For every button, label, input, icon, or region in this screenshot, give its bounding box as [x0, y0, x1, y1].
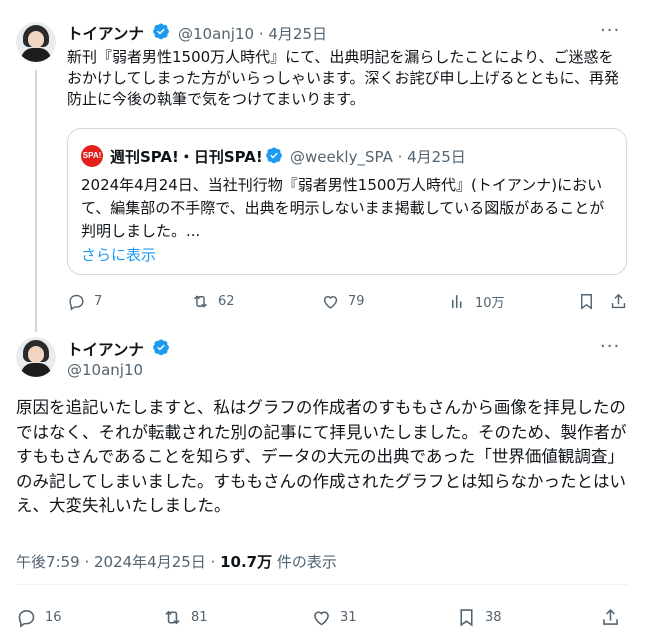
handle[interactable]: @10anj10	[67, 361, 143, 379]
like-button[interactable]: 79	[321, 290, 365, 312]
retweet-button[interactable]: 62	[191, 290, 235, 312]
author-name[interactable]: トイアンナ	[67, 338, 144, 360]
reply-icon	[69, 294, 84, 311]
more-options-icon[interactable]: ···	[600, 20, 620, 41]
views-count: 10万	[475, 295, 505, 311]
reply-count: 7	[94, 293, 103, 309]
bookmark-count: 38	[485, 609, 502, 625]
heart-icon	[323, 295, 338, 309]
more-options-icon[interactable]: ···	[600, 336, 620, 357]
quoted-text: 2024年4月24日、当社刊行物『弱者男性1500万人時代』(トイアンナ)におい…	[81, 176, 605, 240]
retweet-count: 62	[218, 293, 235, 309]
views-label: 件の表示	[272, 553, 337, 571]
analytics-icon	[451, 294, 462, 308]
views-button[interactable]: 10万	[448, 290, 505, 312]
bookmark-button[interactable]: 38	[456, 606, 502, 628]
bookmark-button[interactable]	[577, 290, 604, 312]
avatar[interactable]	[16, 337, 56, 377]
verified-badge-icon	[153, 339, 169, 356]
thread-connector-line	[35, 70, 37, 332]
retweet-icon	[165, 610, 180, 624]
retweet-icon	[194, 294, 207, 308]
views-count[interactable]: 10.7万	[220, 553, 272, 571]
show-more-link[interactable]: さらに表示	[81, 244, 156, 265]
like-button[interactable]: 31	[311, 606, 357, 628]
verified-badge-icon	[153, 23, 169, 40]
like-count: 79	[348, 293, 365, 309]
timestamp[interactable]: 午後7:59 · 2024年4月25日 ·	[16, 553, 220, 571]
retweet-button[interactable]: 81	[162, 606, 208, 628]
tweet-actions: 7 62 79 10万	[67, 290, 627, 312]
quoted-author-name: 週刊SPA!・日刊SPA!	[110, 148, 263, 166]
quoted-tweet[interactable]: SPA! 週刊SPA!・日刊SPA! @weekly_SPA · 4月25日 2…	[67, 128, 627, 275]
spa-logo: SPA!	[81, 145, 103, 167]
quoted-handle: @weekly_SPA	[290, 148, 393, 166]
like-count: 31	[340, 609, 357, 625]
tweet-text: 原因を追記いたしますと、私はグラフの作成者のすももさんから画像を拝見したのではな…	[16, 398, 627, 515]
bookmark-icon	[460, 608, 473, 626]
tweet-actions: 16 81 31 38	[16, 606, 628, 628]
handle: @10anj10	[178, 25, 255, 43]
quoted-date: 4月25日	[407, 148, 466, 166]
share-icon	[603, 608, 618, 625]
share-button[interactable]	[600, 606, 629, 628]
author-name[interactable]: トイアンナ	[67, 22, 144, 44]
share-icon	[611, 293, 626, 308]
reply-button[interactable]: 7	[67, 290, 102, 312]
verified-badge-icon	[266, 147, 282, 164]
divider	[16, 584, 628, 585]
quoted-handle-date: @weekly_SPA · 4月25日	[290, 148, 466, 166]
share-button[interactable]	[609, 290, 636, 312]
heart-icon	[314, 610, 329, 625]
tweet-date[interactable]: 4月25日	[268, 25, 327, 43]
retweet-count: 81	[191, 609, 208, 625]
reply-button[interactable]: 16	[16, 606, 62, 628]
reply-icon	[18, 609, 35, 628]
reply-count: 16	[45, 609, 62, 625]
tweet-handle-date[interactable]: @10anj10 · 4月25日	[178, 23, 327, 44]
tweet-timestamp: 午後7:59 · 2024年4月25日 · 10.7万 件の表示	[16, 551, 337, 572]
avatar[interactable]	[16, 22, 56, 62]
tweet-text: 新刊『弱者男性1500万人時代』にて、出典明記を漏らしたことにより、ご迷惑をおか…	[67, 48, 620, 108]
bookmark-icon	[581, 293, 592, 310]
